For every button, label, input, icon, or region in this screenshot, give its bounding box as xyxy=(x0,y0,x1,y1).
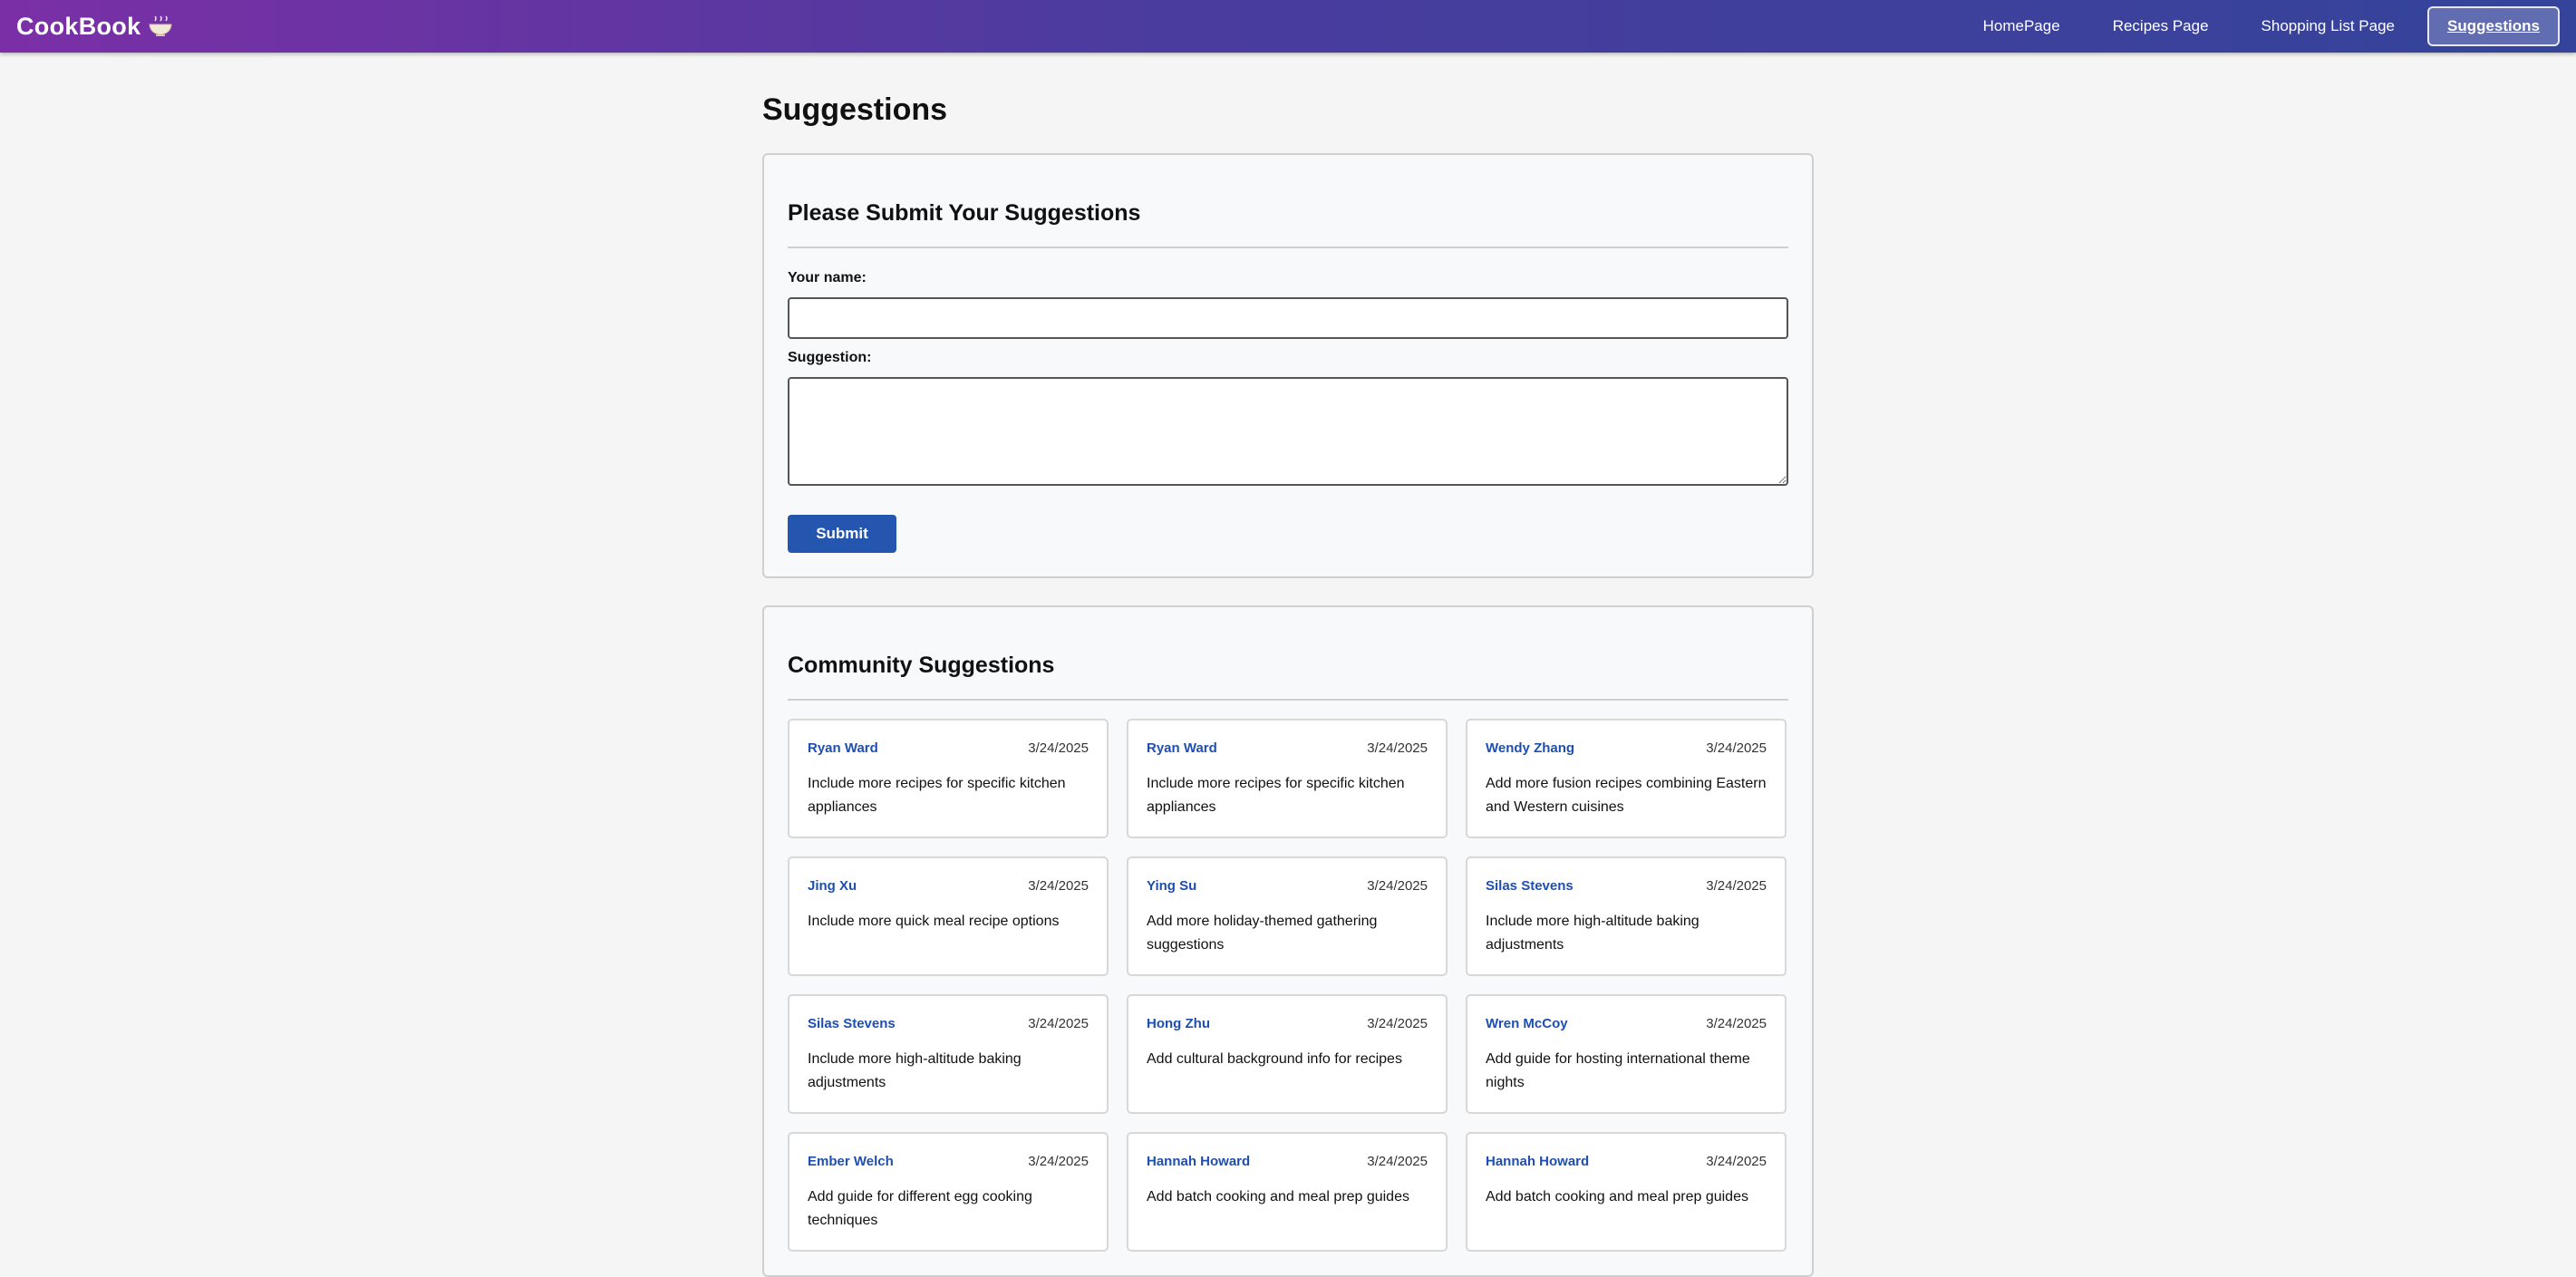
card-date: 3/24/2025 xyxy=(1028,1016,1089,1031)
submit-button[interactable]: Submit xyxy=(788,515,896,553)
top-navbar: CookBook HomePage Recipes Page Shopping … xyxy=(0,0,2576,53)
suggestion-textarea[interactable] xyxy=(788,377,1788,486)
nav-links: HomePage Recipes Page Shopping List Page… xyxy=(1963,6,2560,46)
suggestion-card: Hong Zhu 3/24/2025 Add cultural backgroun… xyxy=(1127,994,1448,1114)
card-author: Hannah Howard xyxy=(1147,1154,1251,1169)
card-author: Wren McCoy xyxy=(1486,1016,1568,1031)
card-author: Ember Welch xyxy=(808,1154,894,1169)
card-date: 3/24/2025 xyxy=(1367,878,1428,894)
page-title: Suggestions xyxy=(762,92,948,127)
card-text: Include more recipes for specific kitche… xyxy=(808,776,1066,815)
nav-link-recipes[interactable]: Recipes Page xyxy=(2093,6,2229,46)
card-date: 3/24/2025 xyxy=(1028,878,1089,894)
card-text: Add guide for hosting international them… xyxy=(1486,1051,1750,1090)
card-date: 3/24/2025 xyxy=(1028,740,1089,756)
community-title: Community Suggestions xyxy=(788,653,1788,701)
card-author: Silas Stevens xyxy=(808,1016,896,1031)
suggestion-cards: Ryan Ward 3/24/2025 Include more recipes … xyxy=(788,719,1788,1252)
card-text: Include more recipes for specific kitche… xyxy=(1147,776,1405,815)
nav-link-suggestions[interactable]: Suggestions xyxy=(2426,6,2560,46)
nav-link-shopping-list[interactable]: Shopping List Page xyxy=(2242,6,2415,46)
suggestion-card: Ryan Ward 3/24/2025 Include more recipes … xyxy=(1127,719,1448,838)
card-date: 3/24/2025 xyxy=(1706,878,1767,894)
card-text: Add batch cooking and meal prep guides xyxy=(1486,1189,1748,1204)
community-suggestions-panel: Community Suggestions Ryan Ward 3/24/2025… xyxy=(762,605,1814,1277)
suggestion-card: Hannah Howard 3/24/2025 Add batch cooking… xyxy=(1127,1132,1448,1252)
card-text: Add cultural background info for recipes xyxy=(1147,1051,1402,1067)
card-text: Add batch cooking and meal prep guides xyxy=(1147,1189,1409,1204)
card-author: Hong Zhu xyxy=(1147,1016,1210,1031)
card-text: Add more holiday-themed gathering sugges… xyxy=(1147,914,1378,953)
card-author: Wendy Zhang xyxy=(1486,740,1575,756)
card-date: 3/24/2025 xyxy=(1367,740,1428,756)
main-content: Suggestions Please Submit Your Suggestio… xyxy=(762,53,1814,1277)
card-author: Silas Stevens xyxy=(1486,878,1574,894)
card-date: 3/24/2025 xyxy=(1367,1154,1428,1169)
bowl-icon xyxy=(149,15,172,36)
suggestion-card: Ying Su 3/24/2025 Add more holiday-themed… xyxy=(1127,856,1448,976)
name-input[interactable] xyxy=(788,297,1788,339)
suggestion-form-panel: Please Submit Your Suggestions Your name… xyxy=(762,153,1814,578)
nav-link-homepage[interactable]: HomePage xyxy=(1963,6,2080,46)
card-date: 3/24/2025 xyxy=(1706,740,1767,756)
card-author: Ying Su xyxy=(1147,878,1197,894)
suggestion-card: Silas Stevens 3/24/2025 Include more high… xyxy=(1466,856,1787,976)
suggestion-card: Jing Xu 3/24/2025 Include more quick meal… xyxy=(788,856,1109,976)
card-text: Add more fusion recipes combining Easter… xyxy=(1486,776,1767,815)
card-author: Hannah Howard xyxy=(1486,1154,1590,1169)
card-date: 3/24/2025 xyxy=(1706,1016,1767,1031)
card-date: 3/24/2025 xyxy=(1367,1016,1428,1031)
card-text: Include more quick meal recipe options xyxy=(808,914,1060,929)
suggestion-card: Wren McCoy 3/24/2025 Add guide for hostin… xyxy=(1466,994,1787,1114)
brand-name: CookBook xyxy=(16,12,141,40)
form-title: Please Submit Your Suggestions xyxy=(788,200,1788,248)
card-text: Include more high-altitude baking adjust… xyxy=(1486,914,1700,953)
card-date: 3/24/2025 xyxy=(1706,1154,1767,1169)
suggestion-card: Hannah Howard 3/24/2025 Add batch cooking… xyxy=(1466,1132,1787,1252)
card-author: Jing Xu xyxy=(808,878,857,894)
card-text: Add guide for different egg cooking tech… xyxy=(808,1189,1032,1228)
suggestion-card: Ryan Ward 3/24/2025 Include more recipes … xyxy=(788,719,1109,838)
suggestion-label: Suggestion: xyxy=(788,350,872,365)
card-text: Include more high-altitude baking adjust… xyxy=(808,1051,1022,1090)
card-date: 3/24/2025 xyxy=(1028,1154,1089,1169)
suggestion-card: Ember Welch 3/24/2025 Add guide for diffe… xyxy=(788,1132,1109,1252)
suggestion-card: Wendy Zhang 3/24/2025 Add more fusion rec… xyxy=(1466,719,1787,838)
card-author: Ryan Ward xyxy=(1147,740,1217,756)
suggestion-card: Silas Stevens 3/24/2025 Include more high… xyxy=(788,994,1109,1114)
name-label: Your name: xyxy=(788,270,867,285)
brand-logo[interactable]: CookBook xyxy=(16,13,173,41)
card-author: Ryan Ward xyxy=(808,740,878,756)
